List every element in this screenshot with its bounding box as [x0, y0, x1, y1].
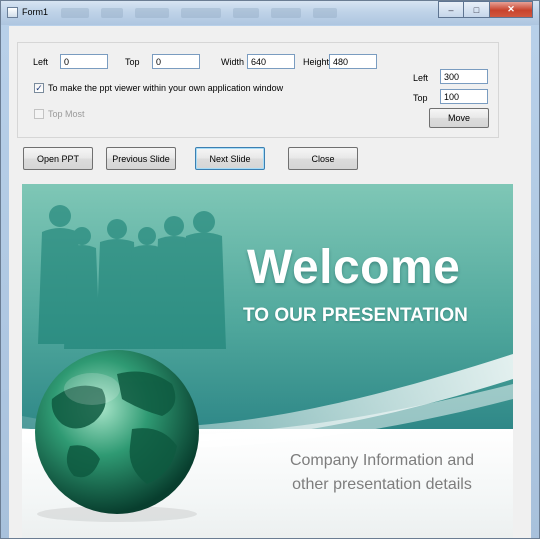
- move-left-input[interactable]: [440, 69, 488, 84]
- slide-viewer[interactable]: Welcome TO OUR PRESENTATION Company Info…: [22, 184, 513, 538]
- slide-subtitle: TO OUR PRESENTATION: [243, 305, 468, 326]
- topmost-checkbox-label[interactable]: Top Most: [48, 109, 85, 119]
- checkmark-icon: ✓: [35, 83, 43, 93]
- move-top-label: Top: [413, 93, 428, 103]
- slide-body-line-1: Company Information and: [289, 452, 475, 469]
- height-label: Height: [303, 57, 330, 67]
- open-ppt-button[interactable]: Open PPT: [23, 147, 93, 170]
- title-bar[interactable]: Form1 ‒ □ ✕: [1, 1, 539, 25]
- slide-title: Welcome: [247, 241, 461, 294]
- next-slide-button[interactable]: Next Slide: [195, 147, 265, 170]
- topmost-checkbox[interactable]: [34, 109, 44, 119]
- previous-slide-button[interactable]: Previous Slide: [106, 147, 176, 170]
- position-group: Left Top Width Height ✓ To make the ppt …: [17, 42, 499, 138]
- move-button[interactable]: Move: [429, 108, 489, 128]
- left-label: Left: [33, 57, 49, 67]
- height-input[interactable]: [329, 54, 377, 69]
- top-label: Top: [125, 57, 140, 67]
- close-button[interactable]: Close: [288, 147, 358, 170]
- minimize-icon: ‒: [448, 4, 454, 15]
- close-icon: ✕: [507, 4, 515, 14]
- slide-body-text: Company Information and other presentati…: [272, 449, 492, 497]
- maximize-icon: □: [473, 4, 480, 15]
- width-input[interactable]: [247, 54, 295, 69]
- embed-checkbox-label[interactable]: To make the ppt viewer within your own a…: [48, 83, 283, 93]
- window-controls: ‒ □ ✕: [438, 1, 533, 18]
- embed-checkbox[interactable]: ✓: [34, 83, 44, 93]
- maximize-button[interactable]: □: [464, 1, 490, 18]
- window-title: Form1: [22, 7, 49, 17]
- top-input[interactable]: [152, 54, 200, 69]
- width-label: Width: [221, 57, 245, 67]
- left-input[interactable]: [60, 54, 108, 69]
- background-window-blur: [61, 4, 361, 21]
- globe-highlight: [64, 373, 120, 405]
- globe: [35, 350, 199, 514]
- app-window: Form1 ‒ □ ✕ Left Top Width Height ✓ To m…: [0, 0, 540, 539]
- minimize-button[interactable]: ‒: [438, 1, 464, 18]
- close-window-button[interactable]: ✕: [490, 1, 533, 18]
- people-silhouettes: [38, 205, 226, 349]
- slide-body-line-2: other presentation details: [292, 476, 472, 493]
- app-icon: [7, 7, 18, 18]
- move-left-label: Left: [413, 73, 429, 83]
- client-area: Left Top Width Height ✓ To make the ppt …: [9, 26, 531, 538]
- move-top-input[interactable]: [440, 89, 488, 104]
